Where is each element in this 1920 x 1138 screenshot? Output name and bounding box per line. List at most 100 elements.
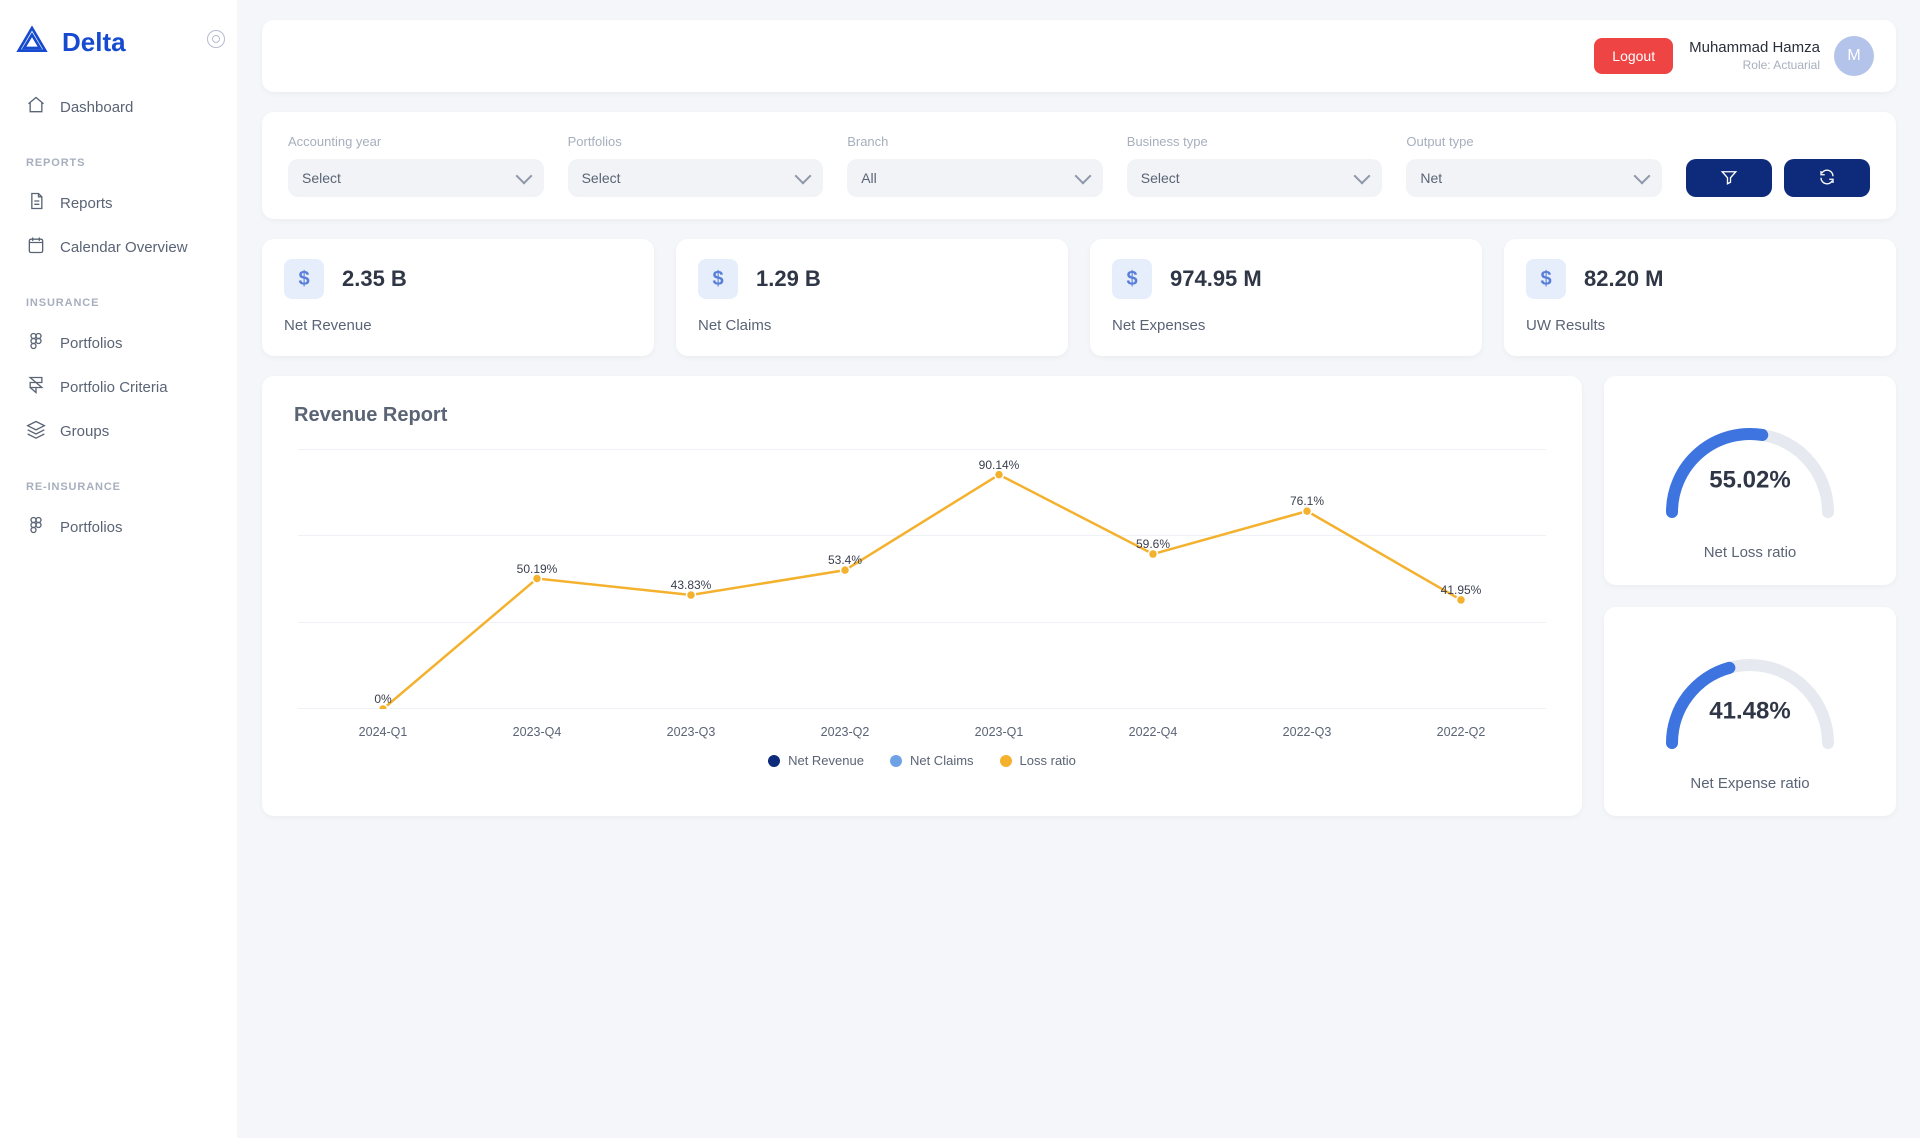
category-label: 2022-Q4	[1076, 725, 1230, 739]
refresh-icon	[1818, 168, 1836, 189]
nav-section-label: INSURANCE	[26, 297, 221, 309]
line-point-label: 53.4%	[828, 553, 862, 567]
stat-value: 1.29 B	[756, 266, 821, 292]
sidebar-item-label: Calendar Overview	[60, 239, 188, 256]
gauge: 41.48%	[1650, 633, 1850, 753]
figma-icon	[26, 331, 46, 355]
calendar-icon	[26, 235, 46, 259]
select-business-type[interactable]: Select	[1127, 159, 1383, 197]
user-block[interactable]: Muhammad Hamza Role: Actuarial M	[1689, 36, 1874, 76]
category-label: 2024-Q1	[306, 725, 460, 739]
filter-label: Branch	[847, 134, 1103, 149]
stat-card-uw-results: $ 82.20 M UW Results	[1504, 239, 1896, 356]
gauge-net-expense-ratio: 41.48% Net Expense ratio	[1604, 607, 1896, 816]
legend-dot-icon	[768, 755, 780, 767]
select-branch[interactable]: All	[847, 159, 1103, 197]
category-label: 2022-Q2	[1384, 725, 1538, 739]
sidebar-item-label: Portfolios	[60, 519, 123, 536]
file-icon	[26, 191, 46, 215]
home-icon	[26, 95, 46, 119]
filter-label: Accounting year	[288, 134, 544, 149]
filter-branch: Branch All	[847, 134, 1103, 197]
filter-label: Business type	[1127, 134, 1383, 149]
framer-icon	[26, 375, 46, 399]
category-label: 2023-Q1	[922, 725, 1076, 739]
legend-label: Net Claims	[910, 753, 974, 768]
stat-card-net-claims: $ 1.29 B Net Claims	[676, 239, 1068, 356]
nav-section-reports: REPORTS Reports Calendar Overview	[16, 157, 221, 269]
brand-name: Delta	[62, 27, 126, 58]
stat-value: 2.35 B	[342, 266, 407, 292]
stat-label: Net Revenue	[284, 317, 632, 334]
select-value: Select	[582, 170, 621, 186]
brand: Delta	[16, 24, 221, 61]
stat-card-net-expenses: $ 974.95 M Net Expenses	[1090, 239, 1482, 356]
select-accounting-year[interactable]: Select	[288, 159, 544, 197]
refresh-button[interactable]	[1784, 159, 1870, 197]
gauge-net-loss-ratio: 55.02% Net Loss ratio	[1604, 376, 1896, 585]
filter-actions	[1686, 159, 1870, 197]
chart-bars	[298, 449, 1546, 709]
stat-label: Net Claims	[698, 317, 1046, 334]
sidebar-item-reports[interactable]: Reports	[16, 181, 221, 225]
line-point-label: 50.19%	[517, 562, 558, 576]
apply-filter-button[interactable]	[1686, 159, 1772, 197]
select-value: Select	[302, 170, 341, 186]
filter-label: Output type	[1406, 134, 1662, 149]
legend-dot-icon	[1000, 755, 1012, 767]
chevron-down-icon	[1633, 168, 1650, 185]
stat-row: $ 2.35 B Net Revenue $ 1.29 B Net Claims…	[262, 239, 1896, 356]
collapse-icon[interactable]	[207, 30, 225, 48]
gauge-value: 41.48%	[1709, 697, 1790, 725]
sidebar-item-label: Dashboard	[60, 99, 133, 116]
sidebar-item-label: Portfolio Criteria	[60, 379, 168, 396]
dollar-icon: $	[698, 259, 738, 299]
sidebar-item-label: Reports	[60, 195, 113, 212]
revenue-chart: 2024-Q12023-Q42023-Q32023-Q22023-Q12022-…	[298, 439, 1546, 739]
chevron-down-icon	[1354, 168, 1371, 185]
category-label: 2022-Q3	[1230, 725, 1384, 739]
nav-section-label: RE-INSURANCE	[26, 481, 221, 493]
line-point-label: 90.14%	[979, 458, 1020, 472]
avatar[interactable]: M	[1834, 36, 1874, 76]
main: Logout Muhammad Hamza Role: Actuarial M …	[238, 0, 1920, 856]
header-card: Logout Muhammad Hamza Role: Actuarial M	[262, 20, 1896, 92]
legend-dot-icon	[890, 755, 902, 767]
gauge-label: Net Expense ratio	[1690, 775, 1809, 792]
figma-icon	[26, 515, 46, 539]
filter-portfolios: Portfolios Select	[568, 134, 824, 197]
dollar-icon: $	[284, 259, 324, 299]
sidebar-item-groups[interactable]: Groups	[16, 409, 221, 453]
chevron-down-icon	[795, 168, 812, 185]
lower-row: Revenue Report 2024-Q12023-Q42023-Q32023…	[262, 376, 1896, 816]
select-portfolios[interactable]: Select	[568, 159, 824, 197]
sidebar-item-portfolio-criteria[interactable]: Portfolio Criteria	[16, 365, 221, 409]
gauge-value: 55.02%	[1709, 466, 1790, 494]
dollar-icon: $	[1526, 259, 1566, 299]
user-role: Role: Actuarial	[1689, 58, 1820, 73]
nav-section-label: REPORTS	[26, 157, 221, 169]
filter-business-type: Business type Select	[1127, 134, 1383, 197]
select-output-type[interactable]: Net	[1406, 159, 1662, 197]
line-point-label: 41.95%	[1441, 583, 1482, 597]
nav-section-re-insurance: RE-INSURANCE Portfolios	[16, 481, 221, 549]
sidebar-item-label: Portfolios	[60, 335, 123, 352]
legend-label: Loss ratio	[1020, 753, 1076, 768]
sidebar-item-portfolios[interactable]: Portfolios	[16, 321, 221, 365]
sidebar-item-re-portfolios[interactable]: Portfolios	[16, 505, 221, 549]
sidebar-item-calendar-overview[interactable]: Calendar Overview	[16, 225, 221, 269]
filter-output-type: Output type Net	[1406, 134, 1662, 197]
logout-button[interactable]: Logout	[1594, 38, 1673, 74]
logo-icon	[16, 24, 48, 61]
chart-categories: 2024-Q12023-Q42023-Q32023-Q22023-Q12022-…	[298, 725, 1546, 739]
legend-item-revenue: Net Revenue	[768, 753, 864, 768]
line-point-label: 43.83%	[671, 578, 712, 592]
filter-accounting-year: Accounting year Select	[288, 134, 544, 197]
category-label: 2023-Q3	[614, 725, 768, 739]
legend-item-loss: Loss ratio	[1000, 753, 1076, 768]
layers-icon	[26, 419, 46, 443]
sidebar-item-dashboard[interactable]: Dashboard	[16, 85, 221, 129]
line-point-label: 59.6%	[1136, 537, 1170, 551]
nav-section-insurance: INSURANCE Portfolios Portfolio Criteria …	[16, 297, 221, 453]
user-name: Muhammad Hamza	[1689, 39, 1820, 58]
